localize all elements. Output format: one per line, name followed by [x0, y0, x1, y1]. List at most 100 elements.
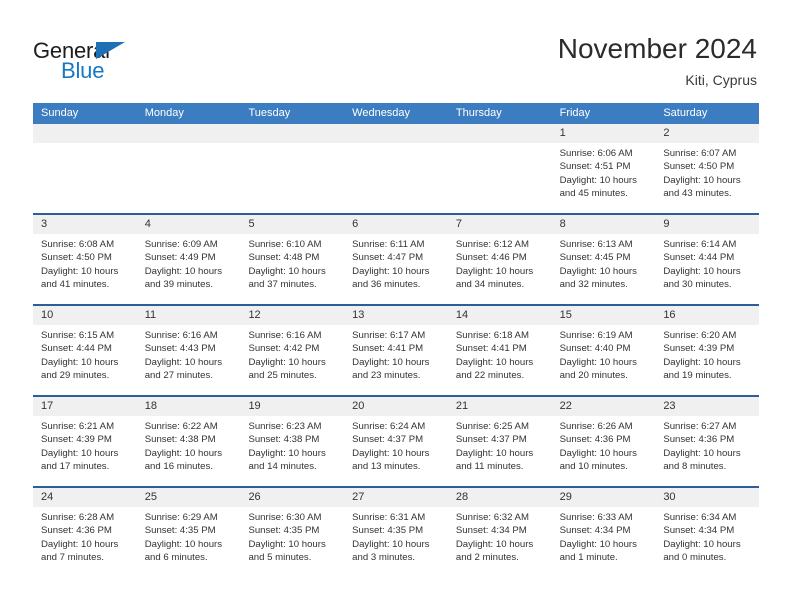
- day-number: [136, 124, 241, 143]
- sunrise-text: Sunrise: 6:14 AM: [663, 239, 737, 250]
- daylight-text: Daylight: 10 hours and 2 minutes.: [455, 538, 534, 564]
- calendar-day-cell[interactable]: 16 Sunrise: 6:20 AM Sunset: 4:39 PM Dayligh…: [655, 306, 760, 395]
- calendar-day-cell[interactable]: 1 Sunrise: 6:06 AM Sunset: 4:51 PM Daylight…: [551, 124, 656, 213]
- calendar-day-cell-empty: [33, 124, 137, 213]
- day-sun-info: Sunrise: 6:21 AM Sunset: 4:39 PM Daylight:…: [33, 416, 137, 474]
- day-sun-info: Sunrise: 6:23 AM Sunset: 4:38 PM Daylight:…: [240, 416, 344, 474]
- calendar-day-cell[interactable]: 23 Sunrise: 6:27 AM Sunset: 4:36 PM Dayligh…: [655, 397, 760, 486]
- day-number: 18: [136, 397, 241, 416]
- calendar-day-cell[interactable]: 29 Sunrise: 6:33 AM Sunset: 4:34 PM Dayligh…: [551, 488, 656, 577]
- calendar-day-cell[interactable]: 15 Sunrise: 6:19 AM Sunset: 4:40 PM Dayligh…: [551, 306, 656, 395]
- sunrise-text: Sunrise: 6:20 AM: [663, 330, 737, 341]
- day-sun-info: Sunrise: 6:33 AM Sunset: 4:34 PM Daylight:…: [552, 507, 656, 565]
- daylight-text: Daylight: 10 hours and 39 minutes.: [144, 265, 223, 291]
- day-number: [240, 124, 345, 143]
- weekday-header-monday: Monday: [144, 107, 184, 119]
- daylight-text: Daylight: 10 hours and 3 minutes.: [352, 538, 430, 564]
- location-subtitle: Kiti, Cyprus: [685, 72, 757, 88]
- sunrise-text: Sunrise: 6:11 AM: [352, 239, 425, 250]
- daylight-text: Daylight: 10 hours and 22 minutes.: [455, 356, 534, 382]
- day-number: 20: [344, 397, 448, 416]
- daylight-text: Daylight: 10 hours and 1 minute.: [559, 538, 637, 564]
- day-number: 29: [551, 488, 656, 507]
- calendar-day-cell[interactable]: 30 Sunrise: 6:34 AM Sunset: 4:34 PM Dayligh…: [655, 488, 760, 577]
- sunset-text: Sunset: 4:34 PM: [455, 525, 527, 537]
- day-number: 6: [344, 215, 448, 234]
- sunrise-text: Sunrise: 6:09 AM: [144, 239, 218, 250]
- calendar-day-cell[interactable]: 14 Sunrise: 6:18 AM Sunset: 4:41 PM Dayligh…: [447, 306, 552, 395]
- daylight-text: Daylight: 10 hours and 34 minutes.: [455, 265, 534, 291]
- sunrise-text: Sunrise: 6:27 AM: [663, 421, 737, 432]
- day-number: 26: [240, 488, 345, 507]
- day-sun-info: Sunrise: 6:09 AM Sunset: 4:49 PM Daylight:…: [137, 234, 241, 292]
- calendar-day-cell[interactable]: 24 Sunrise: 6:28 AM Sunset: 4:36 PM Dayligh…: [33, 488, 137, 577]
- calendar-day-cell[interactable]: 8 Sunrise: 6:13 AM Sunset: 4:45 PM Daylight…: [551, 215, 656, 304]
- sunset-text: Sunset: 4:39 PM: [663, 343, 735, 355]
- calendar-day-cell[interactable]: 11 Sunrise: 6:16 AM Sunset: 4:43 PM Dayligh…: [136, 306, 241, 395]
- calendar-day-cell[interactable]: 17 Sunrise: 6:21 AM Sunset: 4:39 PM Dayligh…: [33, 397, 137, 486]
- weekday-header-row: Sunday Monday Tuesday Wednesday Thursday Frid…: [33, 103, 759, 124]
- day-number: 17: [33, 397, 137, 416]
- calendar-day-cell[interactable]: 4 Sunrise: 6:09 AM Sunset: 4:49 PM Daylight…: [136, 215, 241, 304]
- sunrise-text: Sunrise: 6:13 AM: [559, 239, 633, 250]
- calendar-day-cell[interactable]: 19 Sunrise: 6:23 AM Sunset: 4:38 PM Dayligh…: [240, 397, 345, 486]
- sunset-text: Sunset: 4:37 PM: [352, 434, 424, 446]
- brand-logo[interactable]: General Blue: [33, 38, 153, 84]
- calendar-day-cell[interactable]: 21 Sunrise: 6:25 AM Sunset: 4:37 PM Dayligh…: [447, 397, 552, 486]
- daylight-text: Daylight: 10 hours and 45 minutes.: [559, 174, 637, 200]
- sunrise-text: Sunrise: 6:22 AM: [144, 421, 218, 432]
- sunrise-text: Sunrise: 6:12 AM: [455, 239, 529, 250]
- daylight-text: Daylight: 10 hours and 10 minutes.: [559, 447, 637, 473]
- sunrise-text: Sunrise: 6:30 AM: [248, 512, 322, 523]
- calendar-day-cell[interactable]: 20 Sunrise: 6:24 AM Sunset: 4:37 PM Dayligh…: [344, 397, 448, 486]
- day-number: 23: [655, 397, 760, 416]
- sunset-text: Sunset: 4:44 PM: [41, 343, 112, 355]
- calendar-day-cell[interactable]: 5 Sunrise: 6:10 AM Sunset: 4:48 PM Daylight…: [240, 215, 345, 304]
- sunset-text: Sunset: 4:40 PM: [559, 343, 631, 355]
- day-sun-info: Sunrise: 6:26 AM Sunset: 4:36 PM Daylight:…: [552, 416, 656, 474]
- sunrise-text: Sunrise: 6:10 AM: [248, 239, 322, 250]
- day-number: 12: [240, 306, 345, 325]
- daylight-text: Daylight: 10 hours and 17 minutes.: [41, 447, 119, 473]
- sunset-text: Sunset: 4:36 PM: [41, 525, 112, 537]
- day-sun-info: Sunrise: 6:08 AM Sunset: 4:50 PM Daylight:…: [33, 234, 137, 292]
- day-sun-info: Sunrise: 6:20 AM Sunset: 4:39 PM Daylight:…: [655, 325, 759, 383]
- calendar-day-cell[interactable]: 10 Sunrise: 6:15 AM Sunset: 4:44 PM Dayligh…: [33, 306, 137, 395]
- calendar-day-cell[interactable]: 3 Sunrise: 6:08 AM Sunset: 4:50 PM Daylight…: [33, 215, 137, 304]
- sunset-text: Sunset: 4:50 PM: [41, 252, 112, 264]
- daylight-text: Daylight: 10 hours and 7 minutes.: [41, 538, 119, 564]
- calendar-day-cell[interactable]: 2 Sunrise: 6:07 AM Sunset: 4:50 PM Daylight…: [655, 124, 760, 213]
- sunrise-text: Sunrise: 6:17 AM: [352, 330, 426, 341]
- calendar-day-cell[interactable]: 25 Sunrise: 6:29 AM Sunset: 4:35 PM Dayligh…: [136, 488, 241, 577]
- calendar-week-row: 10 Sunrise: 6:15 AM Sunset: 4:44 PM Dayligh…: [33, 304, 760, 395]
- sunset-text: Sunset: 4:42 PM: [248, 343, 320, 355]
- calendar-day-cell[interactable]: 12 Sunrise: 6:16 AM Sunset: 4:42 PM Dayligh…: [240, 306, 345, 395]
- sunset-text: Sunset: 4:45 PM: [559, 252, 631, 264]
- day-sun-info: Sunrise: 6:13 AM Sunset: 4:45 PM Daylight:…: [552, 234, 656, 292]
- calendar-day-cell[interactable]: 22 Sunrise: 6:26 AM Sunset: 4:36 PM Dayligh…: [551, 397, 656, 486]
- calendar-day-cell[interactable]: 28 Sunrise: 6:32 AM Sunset: 4:34 PM Dayligh…: [447, 488, 552, 577]
- calendar-week-row: 3 Sunrise: 6:08 AM Sunset: 4:50 PM Daylight…: [33, 213, 760, 304]
- triangle-icon: [96, 42, 125, 59]
- day-sun-info: Sunrise: 6:16 AM Sunset: 4:43 PM Daylight:…: [137, 325, 241, 383]
- calendar-week-row: 1 Sunrise: 6:06 AM Sunset: 4:51 PM Daylight…: [33, 124, 760, 213]
- day-sun-info: Sunrise: 6:28 AM Sunset: 4:36 PM Daylight:…: [33, 507, 137, 565]
- sunrise-text: Sunrise: 6:31 AM: [352, 512, 426, 523]
- day-sun-info: Sunrise: 6:31 AM Sunset: 4:35 PM Daylight:…: [344, 507, 448, 565]
- page-title: November 2024: [557, 33, 757, 64]
- daylight-text: Daylight: 10 hours and 5 minutes.: [248, 538, 326, 564]
- calendar-day-cell[interactable]: 18 Sunrise: 6:22 AM Sunset: 4:38 PM Dayligh…: [136, 397, 241, 486]
- calendar-day-cell[interactable]: 7 Sunrise: 6:12 AM Sunset: 4:46 PM Daylight…: [447, 215, 552, 304]
- weekday-header-friday: Friday: [559, 107, 591, 119]
- daylight-text: Daylight: 10 hours and 11 minutes.: [455, 447, 534, 473]
- daylight-text: Daylight: 10 hours and 32 minutes.: [559, 265, 637, 291]
- day-sun-info: Sunrise: 6:07 AM Sunset: 4:50 PM Daylight:…: [655, 143, 759, 201]
- calendar-day-cell[interactable]: 26 Sunrise: 6:30 AM Sunset: 4:35 PM Dayligh…: [240, 488, 345, 577]
- calendar-day-cell[interactable]: 9 Sunrise: 6:14 AM Sunset: 4:44 PM Daylight…: [655, 215, 760, 304]
- sunrise-text: Sunrise: 6:33 AM: [559, 512, 633, 523]
- calendar-day-cell[interactable]: 27 Sunrise: 6:31 AM Sunset: 4:35 PM Dayligh…: [344, 488, 448, 577]
- calendar-day-cell[interactable]: 6 Sunrise: 6:11 AM Sunset: 4:47 PM Daylight…: [344, 215, 448, 304]
- sunset-text: Sunset: 4:36 PM: [559, 434, 631, 446]
- calendar-day-cell[interactable]: 13 Sunrise: 6:17 AM Sunset: 4:41 PM Dayligh…: [344, 306, 448, 395]
- sunrise-text: Sunrise: 6:15 AM: [41, 330, 115, 341]
